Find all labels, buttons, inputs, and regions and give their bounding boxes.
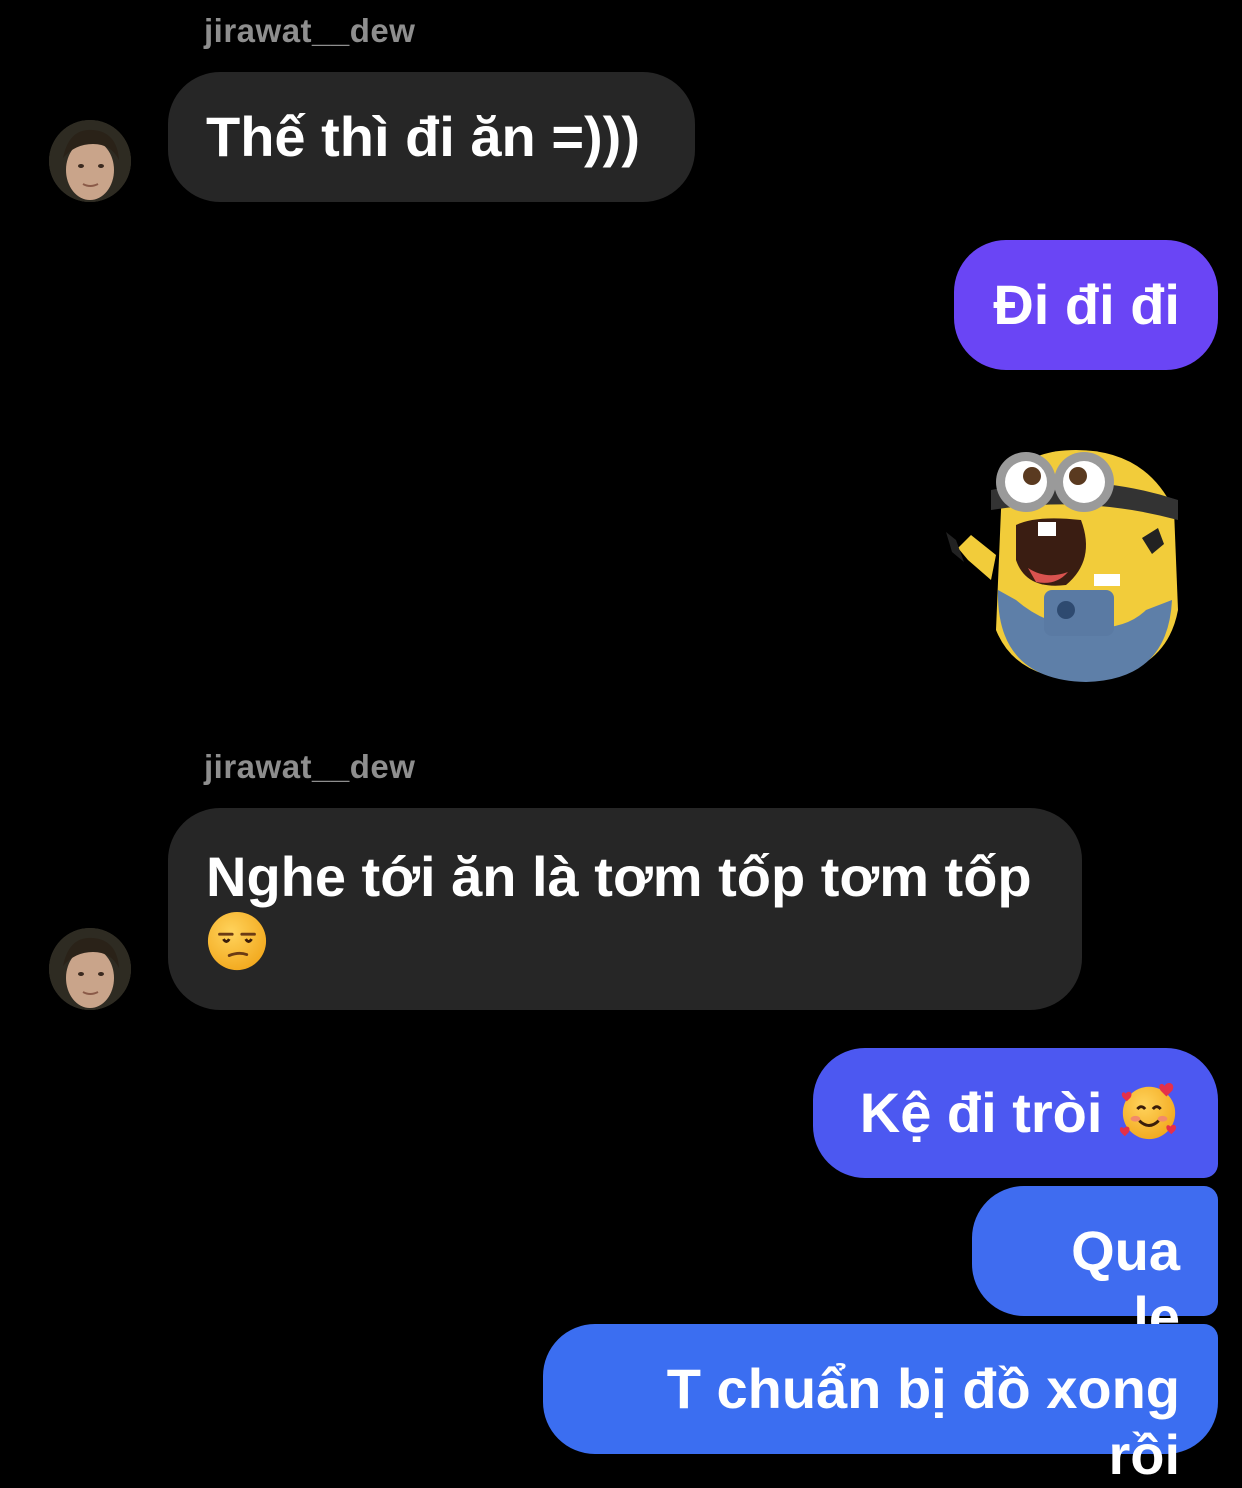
avatar[interactable]	[49, 120, 131, 202]
message-text: Kệ đi tròi	[859, 1081, 1103, 1144]
incoming-message-bubble[interactable]: Thế thì đi ăn =)))	[168, 72, 695, 202]
message-text: Nghe tới ăn là tơm tốp tơm tốp	[206, 845, 1032, 908]
outgoing-message-bubble[interactable]: Đi đi đi	[954, 240, 1218, 370]
outgoing-message-bubble[interactable]: Kệ đi tròi	[813, 1048, 1218, 1178]
outgoing-message-bubble[interactable]: Qua lẹ	[972, 1186, 1218, 1348]
unamused-face-icon	[207, 911, 267, 971]
sender-name: jirawat__dew	[204, 12, 416, 49]
message-text: Thế thì đi ăn =)))	[206, 105, 640, 168]
message-text: T chuẩn bị đồ xong rồi	[666, 1357, 1180, 1486]
avatar[interactable]	[49, 928, 131, 1010]
smiling-face-with-hearts-icon	[1119, 1082, 1177, 1140]
minion-sticker-image	[946, 450, 1178, 682]
sender-name: jirawat__dew	[204, 748, 416, 785]
message-text: Đi đi đi	[993, 273, 1180, 336]
outgoing-message-bubble[interactable]: T chuẩn bị đồ xong rồi	[543, 1324, 1218, 1486]
avatar-photo-icon	[49, 928, 131, 1010]
avatar-photo-icon	[49, 120, 131, 202]
incoming-message-bubble[interactable]: Nghe tới ăn là tơm tốp tơm tốp	[168, 808, 1082, 1010]
minion-sticker[interactable]	[946, 440, 1186, 690]
